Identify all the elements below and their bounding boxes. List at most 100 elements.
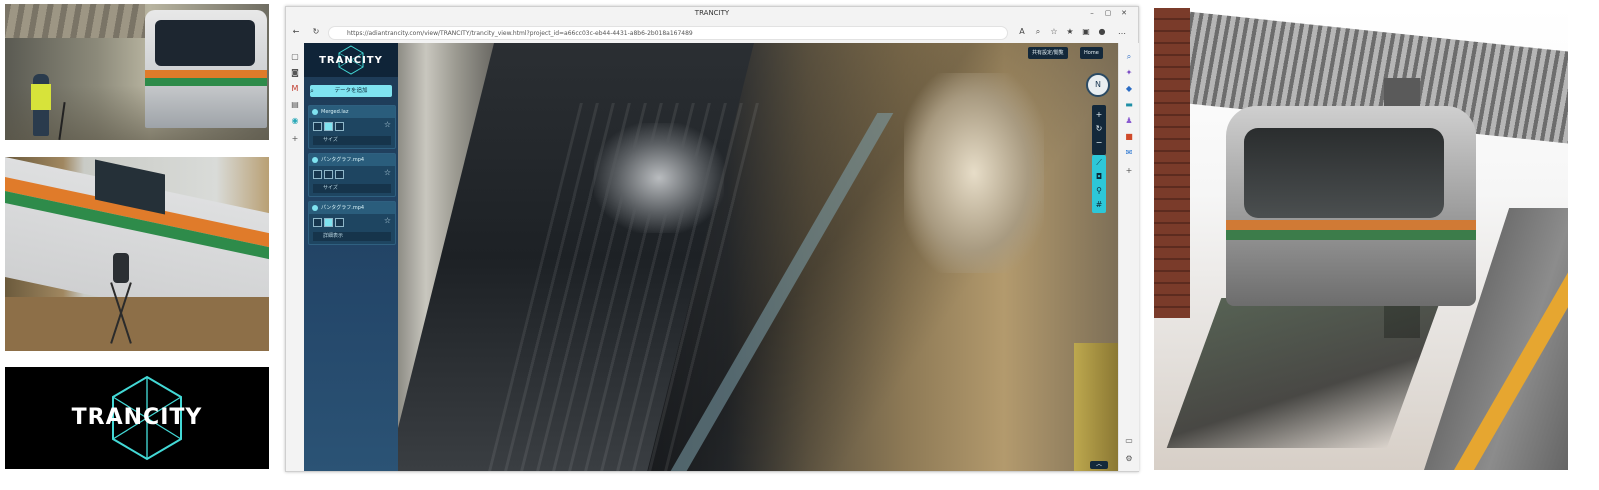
share-settings-button[interactable]: 共有設定/閲覧 [1028,47,1068,59]
new-tab-icon[interactable]: + [289,133,301,145]
favorite-icon[interactable]: ☆ [1048,27,1060,36]
item-tools [313,122,353,131]
compass-north-label: N [1095,80,1101,89]
settings-icon[interactable] [335,122,344,131]
point-cloud-platform-edge [1074,343,1118,471]
layer-icon[interactable] [313,170,322,179]
tab-icon[interactable]: ◙ [289,67,301,79]
sidebar-toggle-icon[interactable]: ▭ [1123,435,1135,447]
photo-3d-rendered-train-model [1154,8,1568,470]
rotate-icon[interactable]: ↻ [1092,123,1106,135]
app-logo: TRANCITY [304,43,398,77]
favorites-bar-icon[interactable]: ★ [1064,27,1076,36]
gmail-icon[interactable]: M [289,83,301,95]
browser-vertical-tabs: ▢ ◙ M ▤ ◉ + [286,43,305,471]
browser-sidebar: ⌕ ✦ ◆ ▬ ♟ ■ ✉ + ▭ ⚙ [1118,43,1139,471]
grid-icon[interactable]: # [1092,198,1106,212]
window-title: TRANCITY [694,9,730,17]
item-tools [313,218,353,227]
shopping-icon[interactable]: ◆ [1123,83,1135,95]
layer-icon[interactable] [313,218,322,227]
logo-wordmark: TRANCITY [71,405,203,430]
pin-icon[interactable]: ⚲ [1092,184,1106,198]
refresh-icon[interactable]: ↻ [310,27,322,36]
tripod [58,102,66,140]
profile-icon[interactable]: ● [1096,27,1108,36]
photo-technician-scanning-train [5,4,269,140]
trancity-logo-card: TRANCITY [5,367,269,469]
point-cloud-structure [904,73,1044,273]
read-aloud-icon[interactable]: A [1016,27,1028,36]
maximize-button[interactable]: ▢ [1102,9,1114,17]
green-stripe [1226,230,1476,240]
zoom-out-button[interactable]: − [1092,137,1106,149]
star-icon[interactable]: ☆ [384,168,391,177]
data-item-card[interactable]: パンタグラフ.mp4 ☆ 詳細表示 [308,201,396,245]
compass-icon[interactable]: N [1086,73,1110,97]
item-detail-row[interactable]: 詳細表示 [313,232,391,241]
search-icon: ⌕ [310,87,314,95]
settings-icon[interactable] [335,170,344,179]
camera-icon[interactable]: ◘ [1092,170,1106,184]
copilot-icon[interactable]: ✦ [1123,67,1135,79]
rendered-train-window [1244,128,1444,218]
data-item-name: パンタグラフ.mp4 [309,202,395,214]
add-sidebar-icon[interactable]: + [1123,165,1135,177]
settings-icon[interactable]: ⚙ [1123,453,1135,465]
point-cloud-pantograph [594,123,724,233]
visibility-dot-icon[interactable] [312,205,318,211]
data-item-card[interactable]: パンタグラフ.mp4 ☆ サイズ [308,153,396,197]
visibility-dot-icon[interactable] [312,157,318,163]
zoom-icon[interactable]: ⌕ [1032,27,1044,37]
star-icon[interactable]: ☆ [384,216,391,225]
eye-icon[interactable] [324,170,333,179]
track-point-cloud [1166,298,1442,448]
item-tools [313,170,353,179]
orange-stripe [145,70,267,78]
url-field[interactable]: https://adiantrancity.com/view/TRANCITY/… [328,26,1008,40]
eye-icon[interactable] [324,122,333,131]
office-icon[interactable]: ■ [1123,131,1135,143]
viewer-header-buttons: 共有設定/閲覧 Home [1028,47,1112,59]
orange-stripe [1226,220,1476,230]
item-size-row[interactable]: サイズ [313,184,391,193]
photo-laser-scanner-near-train [5,157,269,351]
data-item-name: Merged.laz [309,106,395,118]
data-item-name: パンタグラフ.mp4 [309,154,395,166]
add-data-button[interactable]: データを追加 [310,85,392,97]
star-icon[interactable]: ☆ [384,120,391,129]
collections-icon[interactable]: ▣ [1080,27,1092,36]
tab-icon[interactable]: ▤ [289,99,301,111]
close-button[interactable]: ✕ [1118,9,1130,17]
home-button[interactable]: Home [1080,47,1103,59]
depot-roof [5,4,145,38]
floor [5,297,269,351]
green-stripe [145,78,267,86]
games-icon[interactable]: ♟ [1123,115,1135,127]
more-icon[interactable]: … [1116,27,1128,36]
collapse-up-icon[interactable]: ︿ [1090,461,1108,469]
minimize-button[interactable]: – [1086,9,1098,17]
train-windshield [155,20,255,66]
settings-icon[interactable] [335,218,344,227]
visibility-dot-icon[interactable] [312,109,318,115]
title-bar: TRANCITY – ▢ ✕ [286,7,1138,23]
trancity-tab-icon[interactable]: ◉ [289,115,301,127]
outlook-icon[interactable]: ✉ [1123,147,1135,159]
eye-icon[interactable] [324,218,333,227]
zoom-in-button[interactable]: + [1092,109,1106,121]
address-bar-row: ← ↻ https://adiantrancity.com/view/TRANC… [286,23,1138,44]
item-size-row[interactable]: サイズ [313,136,391,145]
search-icon[interactable]: ⌕ [1123,51,1135,63]
tab-icon[interactable]: ▢ [289,51,301,63]
data-item-card[interactable]: Merged.laz ☆ サイズ [308,105,396,149]
tools-icon[interactable]: ▬ [1123,99,1135,111]
point-cloud-viewer[interactable]: TRANCITY ⌕ データを追加 Merged.laz ☆ サイズ パンタグラ… [304,43,1118,471]
ruler-icon[interactable]: ⟋ [1092,156,1106,170]
layer-icon[interactable] [313,122,322,131]
app-logo-text: TRANCITY [319,55,383,66]
back-icon[interactable]: ← [290,27,302,36]
laser-scanner [113,253,129,283]
zoom-controls: + ↻ − [1092,105,1106,155]
browser-window: TRANCITY – ▢ ✕ ← ↻ https://adiantrancity… [285,6,1139,472]
